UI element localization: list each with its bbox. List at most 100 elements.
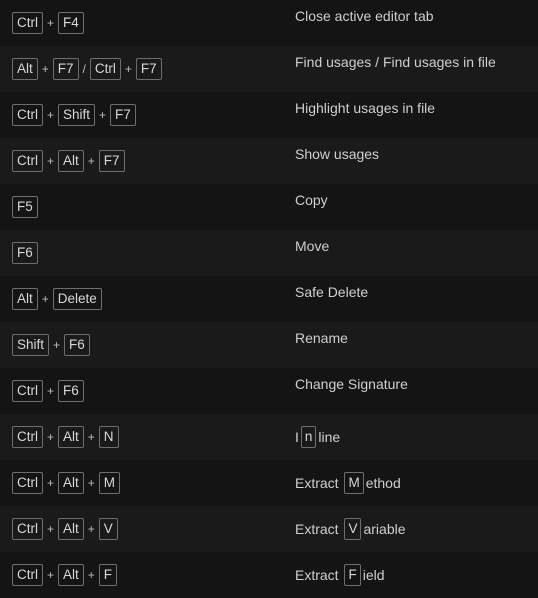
key-alt: Alt (58, 426, 84, 448)
shortcut-row: Ctrl + Shift + F7 Highlight usages in file (0, 92, 538, 138)
key-ctrl: Ctrl (89, 58, 121, 80)
key-v: V (98, 518, 118, 540)
key-f7: F7 (110, 104, 136, 126)
key-f7: F7 (98, 150, 125, 172)
alternative-separator: / (82, 62, 86, 76)
key-shift: Shift (12, 334, 50, 356)
key-ctrl: Ctrl (12, 426, 43, 448)
key-f6: F6 (12, 242, 38, 264)
plus-separator: + (41, 62, 49, 76)
shortcut-description: In line (295, 426, 340, 448)
plus-separator: + (47, 108, 55, 122)
key-f5: F5 (12, 196, 38, 218)
plus-separator: + (99, 108, 107, 122)
key-ctrl: Ctrl (12, 150, 43, 172)
shortcut-keys: Ctrl + F4 (12, 12, 84, 34)
shortcut-description: Extract Field (295, 564, 385, 586)
key-shift: Shift (58, 104, 96, 126)
key-f6: F6 (64, 334, 90, 356)
plus-separator: + (47, 568, 55, 582)
shortcut-keys: Ctrl + Alt + F7 (12, 150, 125, 172)
shortcut-keys: Ctrl + Alt + M (12, 472, 121, 494)
shortcut-description: Extract Variable (295, 518, 406, 540)
key-f7: F7 (135, 58, 162, 80)
key-n: N (98, 426, 119, 448)
plus-separator: + (47, 384, 55, 398)
shortcut-description: Rename (295, 330, 348, 346)
key-alt: Alt (58, 564, 84, 586)
shortcut-row: Ctrl + Alt + N In line (0, 414, 538, 460)
shortcut-description: Change Signature (295, 376, 408, 392)
shortcut-keys: Ctrl + Shift + F7 (12, 104, 136, 126)
description-text: Extract (295, 475, 343, 491)
shortcut-row: Alt + Delete Safe Delete (0, 276, 538, 322)
key-f6: F6 (58, 380, 84, 402)
shortcut-row: Ctrl + F4 Close active editor tab (0, 0, 538, 46)
description-text: ariable (363, 521, 406, 537)
description-text: Extract (295, 521, 343, 537)
shortcut-description: Find usages / Find usages in file (295, 54, 496, 70)
shortcut-row: Alt + F7/Ctrl + F7 Find usages / Find usages … (0, 46, 538, 92)
key-ctrl: Ctrl (12, 518, 43, 540)
mnemonic-key: n (300, 426, 317, 448)
key-alt: Alt (58, 518, 84, 540)
shortcut-row: Ctrl + F6 Change Signature (0, 368, 538, 414)
key-ctrl: Ctrl (12, 472, 43, 494)
plus-separator: + (53, 338, 61, 352)
shortcut-description: Show usages (295, 146, 380, 162)
shortcut-row: Ctrl + Alt + V Extract Variable (0, 506, 538, 552)
shortcut-description: Highlight usages in file (295, 100, 436, 116)
shortcut-row: Ctrl + Alt + F Extract Field (0, 552, 538, 598)
shortcut-keys: Ctrl + F6 (12, 380, 84, 402)
key-alt: Alt (12, 288, 38, 310)
key-f: F (98, 564, 118, 586)
shortcut-keys: Ctrl + Alt + F (12, 564, 118, 586)
key-f7: F7 (52, 58, 79, 80)
plus-separator: + (41, 292, 49, 306)
plus-separator: + (47, 476, 55, 490)
description-text: Extract (295, 567, 343, 583)
keyboard-shortcuts-table: Ctrl + F4 Close active editor tab Alt + F7/Ctr… (0, 0, 538, 598)
shortcut-keys: Ctrl + Alt + N (12, 426, 119, 448)
mnemonic-key: M (344, 472, 364, 494)
mnemonic-key: F (344, 564, 361, 586)
key-ctrl: Ctrl (12, 12, 43, 34)
plus-separator: + (47, 522, 55, 536)
plus-separator: + (87, 568, 95, 582)
description-text: ield (362, 567, 385, 583)
plus-separator: + (87, 522, 95, 536)
shortcut-description: Extract Method (295, 472, 401, 494)
shortcut-keys: F6 (12, 242, 38, 264)
plus-separator: + (124, 62, 132, 76)
shortcut-row: Ctrl + Alt + M Extract Method (0, 460, 538, 506)
shortcut-keys: Alt + F7/Ctrl + F7 (12, 58, 162, 80)
shortcut-keys: Ctrl + Alt + V (12, 518, 118, 540)
shortcut-description: Safe Delete (295, 284, 369, 300)
plus-separator: + (87, 430, 95, 444)
shortcut-description: Move (295, 238, 330, 254)
key-f4: F4 (58, 12, 84, 34)
key-ctrl: Ctrl (12, 380, 43, 402)
key-ctrl: Ctrl (12, 104, 43, 126)
shortcut-row: F6 Move (0, 230, 538, 276)
mnemonic-key: V (344, 518, 362, 540)
shortcut-description: Copy (295, 192, 328, 208)
description-text: ethod (365, 475, 401, 491)
description-text: line (318, 429, 341, 445)
plus-separator: + (47, 16, 55, 30)
plus-separator: + (47, 430, 55, 444)
shortcut-row: Shift + F6 Rename (0, 322, 538, 368)
shortcut-row: F5 Copy (0, 184, 538, 230)
shortcut-keys: F5 (12, 196, 38, 218)
key-ctrl: Ctrl (12, 564, 43, 586)
key-alt: Alt (58, 150, 84, 172)
plus-separator: + (87, 154, 95, 168)
description-text: I (295, 429, 299, 445)
shortcut-row: Ctrl + Alt + F7 Show usages (0, 138, 538, 184)
key-alt: Alt (12, 58, 38, 80)
plus-separator: + (47, 154, 55, 168)
key-alt: Alt (58, 472, 84, 494)
shortcut-keys: Shift + F6 (12, 334, 90, 356)
key-m: M (98, 472, 121, 494)
plus-separator: + (87, 476, 95, 490)
